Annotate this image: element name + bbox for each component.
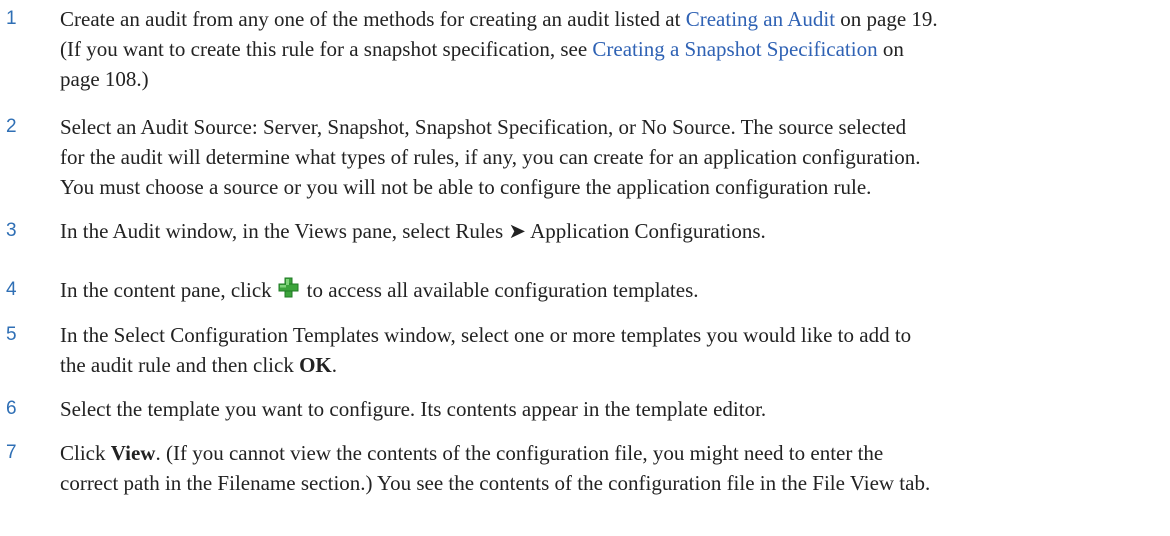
step-text: In the content pane, click to access all… <box>60 275 1166 305</box>
step-text-segment: In the Audit window, in the Views pane, … <box>60 219 509 243</box>
step-text-segment: the audit rule and then click <box>60 353 300 377</box>
view-label: View <box>110 441 156 465</box>
add-plus-icon <box>278 277 299 298</box>
step-text-segment: (If you want to create this rule for a s… <box>60 37 593 61</box>
step-number: 4 <box>6 279 17 300</box>
step-text-line: Select an Audit Source: Server, Snapshot… <box>60 115 907 139</box>
step-text-line: Select the template you want to configur… <box>60 397 767 421</box>
step-text-segment: Create an audit from any one of the meth… <box>60 7 686 31</box>
step-number: 7 <box>6 442 17 463</box>
step-number: 3 <box>6 220 17 241</box>
step-text: In the Select Configuration Templates wi… <box>60 320 1166 380</box>
step-text-segment: Click <box>60 441 111 465</box>
step-text-line: You must choose a source or you will not… <box>60 175 872 199</box>
step-text: In the Audit window, in the Views pane, … <box>60 216 1166 246</box>
ok-label: OK <box>299 353 332 377</box>
step-text-line: correct path in the Filename section.) Y… <box>60 471 931 495</box>
step-text-segment: . <box>331 353 338 377</box>
link-creating-an-audit[interactable]: Creating an Audit <box>686 7 835 31</box>
step-text-segment: on page 19. <box>835 7 938 31</box>
step-text: Select the template you want to configur… <box>60 394 1166 424</box>
step-text-line: for the audit will determine what types … <box>60 145 921 169</box>
menu-arrow-icon: ➤ <box>508 219 527 243</box>
step-text-segment: Application Configurations. <box>526 219 766 243</box>
step-number: 2 <box>6 116 17 137</box>
step-number: 5 <box>6 324 17 345</box>
link-creating-a-snapshot-specification[interactable]: Creating a Snapshot Specification <box>592 37 877 61</box>
step-text-segment: to access all available configuration te… <box>306 278 699 302</box>
step-text-segment: on <box>877 37 904 61</box>
step-text-segment: In the content pane, click <box>60 278 272 302</box>
step-text-line: In the Select Configuration Templates wi… <box>60 323 912 347</box>
document-page: 1 Create an audit from any one of the me… <box>0 0 1170 536</box>
step-text: Select an Audit Source: Server, Snapshot… <box>60 112 1166 202</box>
step-text-segment: . (If you cannot view the contents of th… <box>155 441 884 465</box>
step-text-segment: page 108.) <box>60 67 149 91</box>
step-text: Create an audit from any one of the meth… <box>60 4 1166 94</box>
step-text: Click View. (If you cannot view the cont… <box>60 438 1166 498</box>
step-number: 6 <box>6 398 17 419</box>
step-number: 1 <box>6 8 17 29</box>
